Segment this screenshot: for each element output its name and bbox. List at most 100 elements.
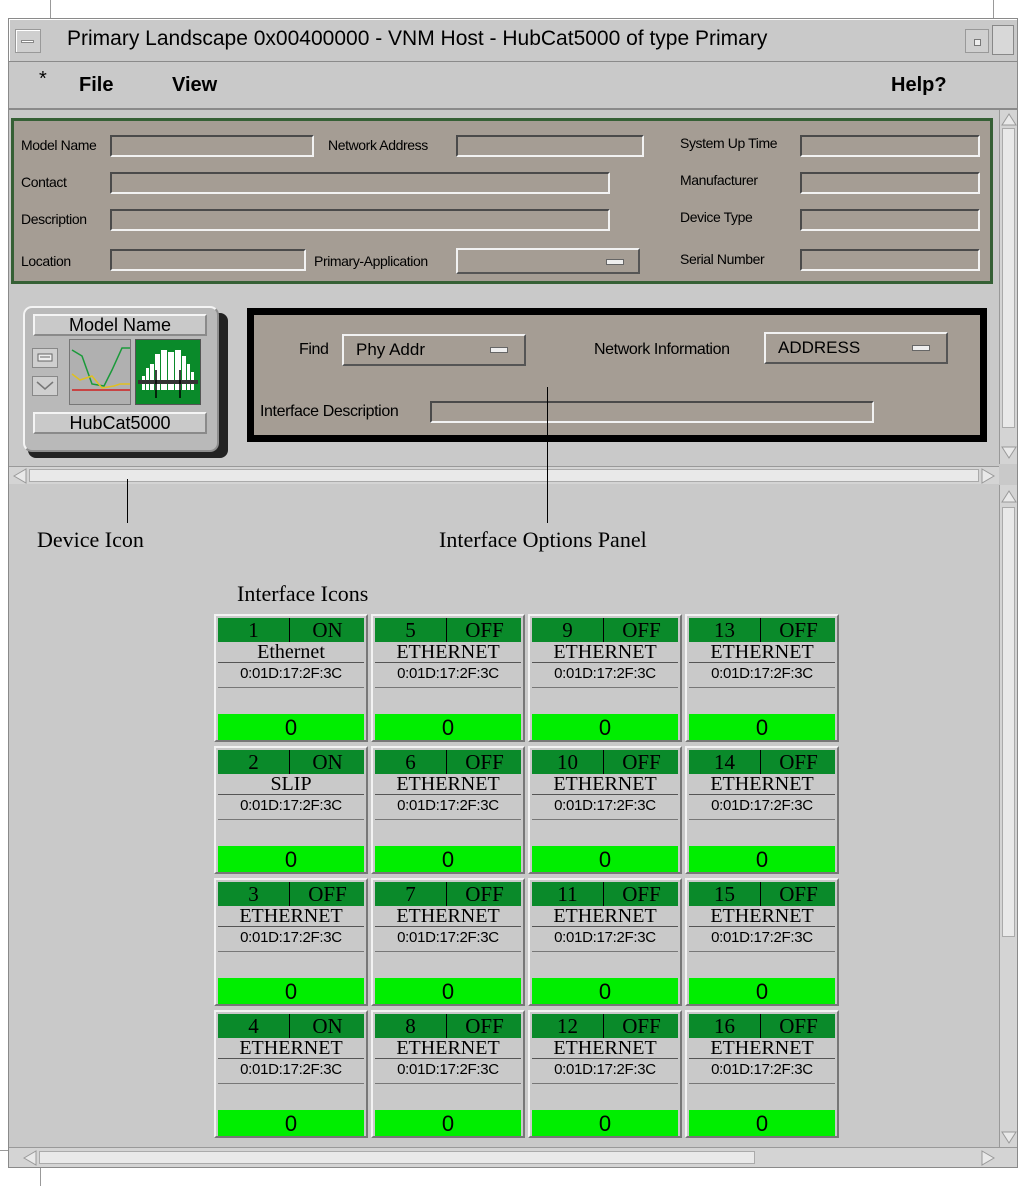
- scroll-left-arrow-icon[interactable]: [13, 468, 27, 484]
- chevron-down-icon: [36, 381, 54, 390]
- interface-icon[interactable]: 15 OFF ETHERNET 0:01D:17:2F:3C 0: [685, 878, 839, 1006]
- maximize-button[interactable]: [992, 25, 1014, 55]
- port-header: 14 OFF: [689, 750, 835, 774]
- find-option-menu[interactable]: Phy Addr: [342, 334, 526, 366]
- port-number: 11: [532, 882, 604, 906]
- port-status: OFF: [622, 618, 661, 642]
- interface-icon[interactable]: 14 OFF ETHERNET 0:01D:17:2F:3C 0: [685, 746, 839, 874]
- interface-icon[interactable]: 11 OFF ETHERNET 0:01D:17:2F:3C 0: [528, 878, 682, 1006]
- lower-vertical-scroll-thumb[interactable]: [1002, 507, 1015, 937]
- manufacturer-label: Manufacturer: [680, 172, 758, 188]
- contact-field[interactable]: [110, 172, 610, 194]
- interface-icon[interactable]: 5 OFF ETHERNET 0:01D:17:2F:3C 0: [371, 614, 525, 742]
- scroll-left-arrow-icon[interactable]: [23, 1150, 37, 1166]
- lower-vertical-scrollbar[interactable]: [999, 485, 1017, 1151]
- lower-horizontal-scroll-thumb[interactable]: [39, 1151, 755, 1164]
- menu-file[interactable]: File: [79, 74, 113, 97]
- interface-description-field[interactable]: [430, 401, 874, 423]
- window-menu-button[interactable]: [15, 29, 41, 53]
- port-number: 4: [218, 1014, 290, 1038]
- port-value: 0: [218, 978, 364, 1004]
- serial-number-field[interactable]: [800, 249, 980, 271]
- interface-icon[interactable]: 1 ON Ethernet 0:01D:17:2F:3C 0: [214, 614, 368, 742]
- menu-view[interactable]: View: [172, 74, 217, 97]
- interface-icon[interactable]: 13 OFF ETHERNET 0:01D:17:2F:3C 0: [685, 614, 839, 742]
- port-divider: [689, 687, 835, 688]
- port-type: ETHERNET: [375, 906, 521, 927]
- frame-tick: [0, 1150, 8, 1151]
- port-divider: [689, 1083, 835, 1084]
- title-bar[interactable]: Primary Landscape 0x00400000 - VNM Host …: [9, 19, 1017, 62]
- interface-icon[interactable]: 8 OFF ETHERNET 0:01D:17:2F:3C 0: [371, 1010, 525, 1138]
- model-name-field[interactable]: [110, 135, 314, 157]
- interface-icon[interactable]: 12 OFF ETHERNET 0:01D:17:2F:3C 0: [528, 1010, 682, 1138]
- device-menu-button[interactable]: [32, 348, 58, 368]
- port-number: 2: [218, 750, 290, 774]
- interface-icon[interactable]: 6 OFF ETHERNET 0:01D:17:2F:3C 0: [371, 746, 525, 874]
- network-address-field[interactable]: [456, 135, 644, 157]
- port-type: ETHERNET: [532, 774, 678, 795]
- scroll-up-arrow-icon[interactable]: [1001, 112, 1017, 126]
- lower-horizontal-scrollbar[interactable]: [9, 1147, 1017, 1167]
- port-status: OFF: [308, 882, 347, 906]
- port-divider: [532, 687, 678, 688]
- port-header: 9 OFF: [532, 618, 678, 642]
- primary-application-menu[interactable]: [456, 248, 640, 274]
- scroll-up-arrow-icon[interactable]: [1001, 489, 1017, 503]
- bar-chart-icon: [138, 350, 198, 398]
- interface-options-panel: Find Phy Addr Network Information ADDRES…: [247, 308, 987, 442]
- interface-icons-caption: Interface Icons: [237, 581, 369, 606]
- scroll-right-arrow-icon[interactable]: [981, 1150, 995, 1166]
- device-expand-button[interactable]: [32, 376, 58, 396]
- frame-tick: [50, 0, 51, 18]
- scroll-down-arrow-icon[interactable]: [1001, 446, 1017, 460]
- minimize-button[interactable]: [965, 29, 989, 53]
- device-type-label: Device Type: [680, 209, 753, 225]
- port-status: OFF: [465, 618, 504, 642]
- port-number: 12: [532, 1014, 604, 1038]
- port-divider: [218, 1083, 364, 1084]
- port-number: 9: [532, 618, 604, 642]
- manufacturer-field[interactable]: [800, 172, 980, 194]
- description-field[interactable]: [110, 209, 610, 231]
- interface-icon[interactable]: 4 ON ETHERNET 0:01D:17:2F:3C 0: [214, 1010, 368, 1138]
- device-type-field[interactable]: [800, 209, 980, 231]
- network-address-label: Network Address: [328, 137, 428, 153]
- port-value: 0: [375, 978, 521, 1004]
- port-header: 10 OFF: [532, 750, 678, 774]
- port-value: 0: [375, 1110, 521, 1136]
- interface-icon[interactable]: 9 OFF ETHERNET 0:01D:17:2F:3C 0: [528, 614, 682, 742]
- port-header: 1 ON: [218, 618, 364, 642]
- upper-horizontal-scroll-thumb[interactable]: [29, 469, 979, 482]
- find-option-value: Phy Addr: [356, 340, 425, 359]
- menu-star[interactable]: *: [39, 68, 47, 91]
- interface-icon[interactable]: 7 OFF ETHERNET 0:01D:17:2F:3C 0: [371, 878, 525, 1006]
- upper-horizontal-scrollbar[interactable]: [9, 466, 999, 484]
- port-status: OFF: [622, 1014, 661, 1038]
- interface-icon[interactable]: 10 OFF ETHERNET 0:01D:17:2F:3C 0: [528, 746, 682, 874]
- interface-icon[interactable]: 3 OFF ETHERNET 0:01D:17:2F:3C 0: [214, 878, 368, 1006]
- scroll-down-arrow-icon[interactable]: [1001, 1131, 1017, 1145]
- port-status: ON: [312, 1014, 343, 1038]
- port-value: 0: [218, 846, 364, 872]
- network-information-menu[interactable]: ADDRESS: [764, 332, 948, 364]
- device-performance-graph: [69, 339, 131, 405]
- menu-help[interactable]: Help?: [891, 74, 947, 97]
- upper-vertical-scrollbar[interactable]: [999, 110, 1017, 464]
- port-value: 0: [689, 846, 835, 872]
- interface-icon[interactable]: 2 ON SLIP 0:01D:17:2F:3C 0: [214, 746, 368, 874]
- interface-icon[interactable]: 16 OFF ETHERNET 0:01D:17:2F:3C 0: [685, 1010, 839, 1138]
- network-information-label: Network Information: [594, 341, 730, 358]
- upper-vertical-scroll-thumb[interactable]: [1002, 128, 1015, 428]
- port-divider: [532, 951, 678, 952]
- location-field[interactable]: [110, 249, 306, 271]
- window-title: Primary Landscape 0x00400000 - VNM Host …: [67, 27, 768, 50]
- scroll-right-arrow-icon[interactable]: [981, 468, 995, 484]
- port-address: 0:01D:17:2F:3C: [554, 797, 656, 814]
- port-divider: [532, 819, 678, 820]
- port-address: 0:01D:17:2F:3C: [240, 929, 342, 946]
- system-up-time-field[interactable]: [800, 135, 980, 157]
- device-icon[interactable]: Model Name HubCat5000: [23, 306, 219, 452]
- location-label: Location: [21, 253, 71, 269]
- device-attributes-panel: Model Name Network Address System Up Tim…: [11, 118, 993, 284]
